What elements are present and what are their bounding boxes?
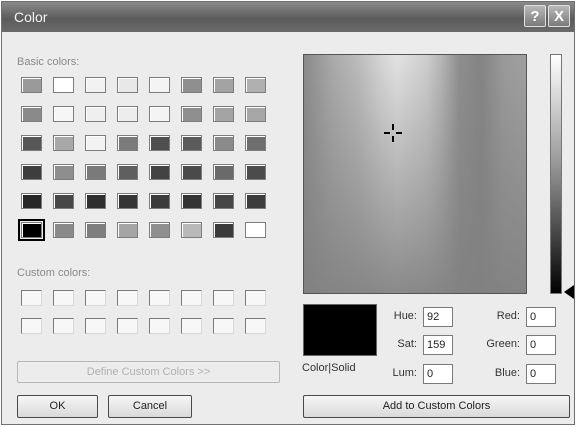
basic-color-swatch[interactable] bbox=[149, 135, 170, 151]
basic-color-swatch[interactable] bbox=[181, 77, 202, 93]
basic-color-swatch[interactable] bbox=[213, 164, 234, 180]
blue-field[interactable]: 0 bbox=[526, 364, 556, 384]
basic-color-swatch[interactable] bbox=[21, 193, 42, 209]
hue-label: Hue: bbox=[393, 310, 417, 322]
luminosity-arrow-icon[interactable] bbox=[564, 285, 574, 299]
title-bar: Color ? X bbox=[2, 2, 574, 32]
basic-color-swatch[interactable] bbox=[213, 106, 234, 122]
red-field[interactable]: 0 bbox=[526, 307, 556, 327]
add-to-custom-colors-button[interactable]: Add to Custom Colors bbox=[303, 395, 570, 418]
custom-color-swatch[interactable] bbox=[21, 290, 42, 306]
green-label: Green: bbox=[486, 338, 520, 350]
basic-color-swatch[interactable] bbox=[18, 219, 45, 241]
basic-color-swatch[interactable] bbox=[21, 77, 42, 93]
custom-color-swatch[interactable] bbox=[149, 318, 170, 334]
lum-label: Lum: bbox=[392, 367, 417, 379]
custom-color-swatch[interactable] bbox=[213, 290, 234, 306]
color-solid-label: Color|Solid bbox=[302, 362, 356, 374]
basic-color-swatch[interactable] bbox=[245, 193, 266, 209]
basic-color-swatch[interactable] bbox=[85, 164, 106, 180]
basic-color-swatch[interactable] bbox=[85, 135, 106, 151]
basic-color-swatch[interactable] bbox=[53, 222, 74, 238]
basic-colors-label: Basic colors: bbox=[17, 56, 80, 68]
basic-color-swatch[interactable] bbox=[21, 164, 42, 180]
custom-color-swatch[interactable] bbox=[181, 318, 202, 334]
basic-color-swatch[interactable] bbox=[53, 135, 74, 151]
custom-color-swatch[interactable] bbox=[149, 290, 170, 306]
basic-color-swatch[interactable] bbox=[149, 106, 170, 122]
custom-color-swatch[interactable] bbox=[85, 318, 106, 334]
custom-color-swatch[interactable] bbox=[117, 290, 138, 306]
basic-color-swatch[interactable] bbox=[245, 77, 266, 93]
basic-color-swatch[interactable] bbox=[181, 222, 202, 238]
basic-color-swatch[interactable] bbox=[149, 193, 170, 209]
basic-color-swatch[interactable] bbox=[53, 193, 74, 209]
custom-colors-label: Custom colors: bbox=[17, 267, 91, 279]
basic-color-swatch[interactable] bbox=[117, 135, 138, 151]
basic-color-swatch[interactable] bbox=[117, 77, 138, 93]
custom-color-swatch[interactable] bbox=[181, 290, 202, 306]
basic-color-swatch[interactable] bbox=[85, 106, 106, 122]
basic-color-swatch[interactable] bbox=[149, 164, 170, 180]
sat-field[interactable]: 159 bbox=[423, 335, 453, 355]
basic-color-swatch[interactable] bbox=[53, 77, 74, 93]
basic-color-swatch[interactable] bbox=[213, 222, 234, 238]
help-icon[interactable]: ? bbox=[524, 5, 546, 27]
green-field[interactable]: 0 bbox=[526, 335, 556, 355]
basic-color-swatch[interactable] bbox=[213, 135, 234, 151]
basic-color-swatch[interactable] bbox=[245, 106, 266, 122]
custom-color-swatch[interactable] bbox=[245, 318, 266, 334]
basic-color-swatch[interactable] bbox=[149, 77, 170, 93]
custom-color-swatch[interactable] bbox=[117, 318, 138, 334]
custom-color-swatch[interactable] bbox=[21, 318, 42, 334]
define-custom-colors-button[interactable]: Define Custom Colors >> bbox=[17, 361, 280, 383]
ok-button[interactable]: OK bbox=[17, 395, 98, 418]
custom-color-swatch[interactable] bbox=[53, 318, 74, 334]
basic-color-swatch[interactable] bbox=[85, 193, 106, 209]
red-label: Red: bbox=[496, 310, 520, 322]
custom-color-swatch[interactable] bbox=[245, 290, 266, 306]
basic-color-swatch[interactable] bbox=[213, 193, 234, 209]
window-title: Color bbox=[14, 9, 48, 25]
blue-label: Blue: bbox=[494, 367, 520, 379]
basic-color-swatch[interactable] bbox=[181, 193, 202, 209]
basic-color-swatch[interactable] bbox=[117, 106, 138, 122]
color-preview bbox=[303, 304, 377, 356]
basic-color-swatch[interactable] bbox=[53, 106, 74, 122]
crosshair-icon bbox=[384, 124, 402, 142]
basic-color-swatch[interactable] bbox=[245, 222, 266, 238]
basic-color-swatch[interactable] bbox=[181, 106, 202, 122]
luminosity-slider[interactable] bbox=[550, 54, 562, 294]
basic-color-swatch[interactable] bbox=[117, 222, 138, 238]
basic-color-swatch[interactable] bbox=[149, 222, 170, 238]
hue-field[interactable]: 92 bbox=[423, 307, 453, 327]
basic-color-swatch[interactable] bbox=[21, 106, 42, 122]
basic-color-swatch[interactable] bbox=[181, 164, 202, 180]
cancel-button[interactable]: Cancel bbox=[108, 395, 192, 418]
basic-color-swatch[interactable] bbox=[245, 135, 266, 151]
custom-color-swatch[interactable] bbox=[213, 318, 234, 334]
basic-color-swatch[interactable] bbox=[117, 164, 138, 180]
close-icon[interactable]: X bbox=[548, 5, 570, 27]
basic-color-swatch[interactable] bbox=[213, 77, 234, 93]
custom-color-swatch[interactable] bbox=[85, 290, 106, 306]
basic-color-swatch[interactable] bbox=[85, 222, 106, 238]
sat-label: Sat: bbox=[397, 338, 417, 350]
basic-color-swatch[interactable] bbox=[85, 77, 106, 93]
basic-color-swatch[interactable] bbox=[21, 135, 42, 151]
basic-color-swatch[interactable] bbox=[53, 164, 74, 180]
custom-color-swatch[interactable] bbox=[53, 290, 74, 306]
color-spectrum[interactable] bbox=[303, 54, 527, 294]
basic-color-swatch[interactable] bbox=[245, 164, 266, 180]
lum-field[interactable]: 0 bbox=[423, 364, 453, 384]
color-dialog: Color ? X Basic colors: Custom colors: D… bbox=[1, 1, 575, 425]
basic-color-swatch[interactable] bbox=[181, 135, 202, 151]
basic-color-swatch[interactable] bbox=[117, 193, 138, 209]
